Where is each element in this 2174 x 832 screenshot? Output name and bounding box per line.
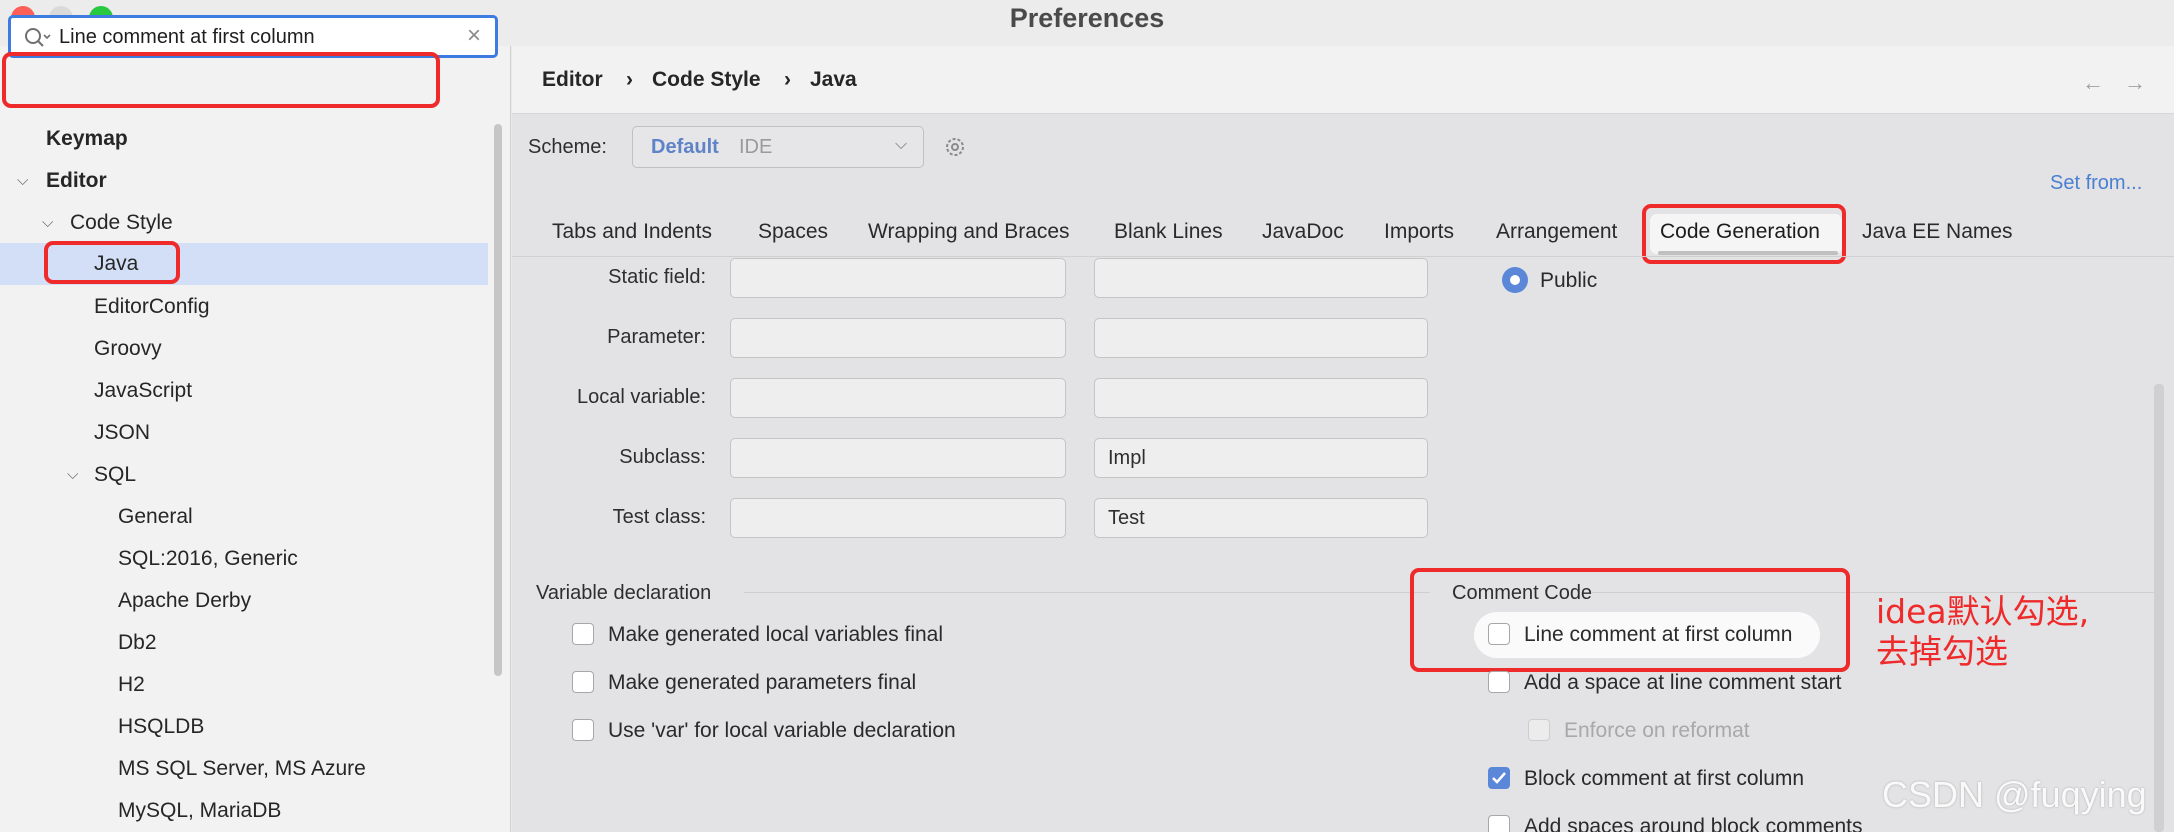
gear-icon[interactable] <box>942 134 970 162</box>
tab-tabs-and-indents[interactable]: Tabs and Indents <box>552 208 712 256</box>
breadcrumb-bar <box>512 46 2174 114</box>
make-locals-final-checkbox[interactable] <box>572 623 594 645</box>
breadcrumb-separator: › <box>626 68 633 91</box>
tree-item-hsqldb[interactable]: HSQLDB <box>0 706 490 748</box>
tab-spaces[interactable]: Spaces <box>758 208 828 256</box>
tree-item-db2[interactable]: Db2 <box>0 622 490 664</box>
subclass-prefix-input[interactable] <box>730 438 1066 478</box>
parameter-label: Parameter: <box>607 326 706 348</box>
use-var-label: Use 'var' for local variable declaration <box>608 719 956 742</box>
block-comment-first-column-label: Block comment at first column <box>1524 767 1805 790</box>
content-scrollbar[interactable] <box>2154 384 2164 832</box>
test-class-suffix-input[interactable]: Test <box>1094 498 1428 538</box>
search-input[interactable] <box>59 22 439 52</box>
search-icon <box>25 28 51 47</box>
annotation-line-2: 去掉勾选 <box>1876 632 2008 671</box>
make-params-final-label: Make generated parameters final <box>608 671 917 694</box>
chevron-down-icon: ⌵ <box>42 214 54 231</box>
use-var-checkbox[interactable] <box>572 719 594 741</box>
test-class-prefix-input[interactable] <box>730 498 1066 538</box>
variable-declaration-title: Variable declaration <box>536 582 712 604</box>
tree-item-keymap[interactable]: Keymap <box>0 118 490 160</box>
tree-item-json[interactable]: JSON <box>0 412 490 454</box>
clear-search-icon[interactable]: × <box>467 22 481 50</box>
add-spaces-block-comments-checkbox[interactable] <box>1488 815 1510 832</box>
parameter-prefix-input[interactable] <box>730 318 1066 358</box>
tree-item-code-style[interactable]: ⌵ Code Style <box>0 202 490 244</box>
annotation-line-1: idea默认勾选, <box>1876 592 2090 631</box>
chevron-down-icon: ⌵ <box>67 466 79 483</box>
tree-item-general[interactable]: General <box>0 496 490 538</box>
local-variable-suffix-input[interactable] <box>1094 378 1428 418</box>
enforce-on-reformat-checkbox[interactable] <box>1528 719 1550 741</box>
add-spaces-block-comments-label: Add spaces around block comments <box>1524 815 1863 832</box>
tree-item-apache-derby[interactable]: Apache Derby <box>0 580 490 622</box>
section-divider <box>744 592 1430 593</box>
block-comment-first-column-checkbox[interactable] <box>1488 767 1510 789</box>
tree-item-mysql[interactable]: MySQL, MariaDB <box>0 790 490 832</box>
tab-javadoc[interactable]: JavaDoc <box>1262 208 1344 256</box>
tree-item-h2[interactable]: H2 <box>0 664 490 706</box>
tree-item-sql[interactable]: ⌵ SQL <box>0 454 490 496</box>
tab-imports[interactable]: Imports <box>1384 208 1454 256</box>
make-params-final-checkbox[interactable] <box>572 671 594 693</box>
tab-wrapping-and-braces[interactable]: Wrapping and Braces <box>868 208 1070 256</box>
test-class-label: Test class: <box>612 506 706 528</box>
add-space-line-comment-checkbox[interactable] <box>1488 671 1510 693</box>
chevron-down-icon: ⌵ <box>895 136 908 153</box>
checkmark-icon <box>1492 772 1506 784</box>
tree-item-editor[interactable]: ⌵ Editor <box>0 160 490 202</box>
parameter-suffix-input[interactable] <box>1094 318 1428 358</box>
subclass-suffix-input[interactable]: Impl <box>1094 438 1428 478</box>
highlight-java <box>44 241 180 284</box>
scheme-label: Scheme: <box>528 136 607 158</box>
tab-divider <box>512 256 2174 257</box>
scheme-dropdown[interactable]: Default IDE ⌵ <box>632 126 924 168</box>
highlight-code-generation-tab <box>1642 204 1846 264</box>
breadcrumb-separator: › <box>784 68 791 91</box>
tree-item-mssql[interactable]: MS SQL Server, MS Azure <box>0 748 490 790</box>
tree-item-groovy[interactable]: Groovy <box>0 328 490 370</box>
forward-arrow-icon[interactable]: → <box>2124 70 2146 96</box>
static-field-prefix-input[interactable] <box>730 258 1066 298</box>
watermark: CSDN @fuqying <box>1882 774 2147 815</box>
set-from-link[interactable]: Set from... <box>2050 172 2142 195</box>
tree-item-editorconfig[interactable]: EditorConfig <box>0 286 490 328</box>
subclass-label: Subclass: <box>619 446 706 468</box>
breadcrumb-editor[interactable]: Editor <box>542 46 603 114</box>
sidebar-scrollbar[interactable] <box>494 124 502 676</box>
breadcrumb-code-style[interactable]: Code Style <box>652 46 761 114</box>
tree-item-javascript[interactable]: JavaScript <box>0 370 490 412</box>
local-variable-label: Local variable: <box>577 386 706 408</box>
breadcrumb-java: Java <box>810 68 857 91</box>
add-space-line-comment-label: Add a space at line comment start <box>1524 671 1842 694</box>
tab-arrangement[interactable]: Arrangement <box>1496 208 1617 256</box>
tab-blank-lines[interactable]: Blank Lines <box>1114 208 1223 256</box>
tree-item-sql2016[interactable]: SQL:2016, Generic <box>0 538 490 580</box>
local-variable-prefix-input[interactable] <box>730 378 1066 418</box>
highlight-search <box>2 52 440 108</box>
public-radio[interactable] <box>1502 267 1528 293</box>
tab-java-ee-names[interactable]: Java EE Names <box>1862 208 2013 256</box>
back-arrow-icon[interactable]: ← <box>2082 70 2104 96</box>
enforce-on-reformat-label: Enforce on reformat <box>1564 719 1750 742</box>
highlight-comment-code <box>1410 568 1850 672</box>
make-locals-final-label: Make generated local variables final <box>608 623 944 646</box>
static-field-suffix-input[interactable] <box>1094 258 1428 298</box>
public-radio-label: Public <box>1540 269 1598 292</box>
chevron-down-icon: ⌵ <box>17 172 29 189</box>
static-field-label: Static field: <box>608 266 706 288</box>
